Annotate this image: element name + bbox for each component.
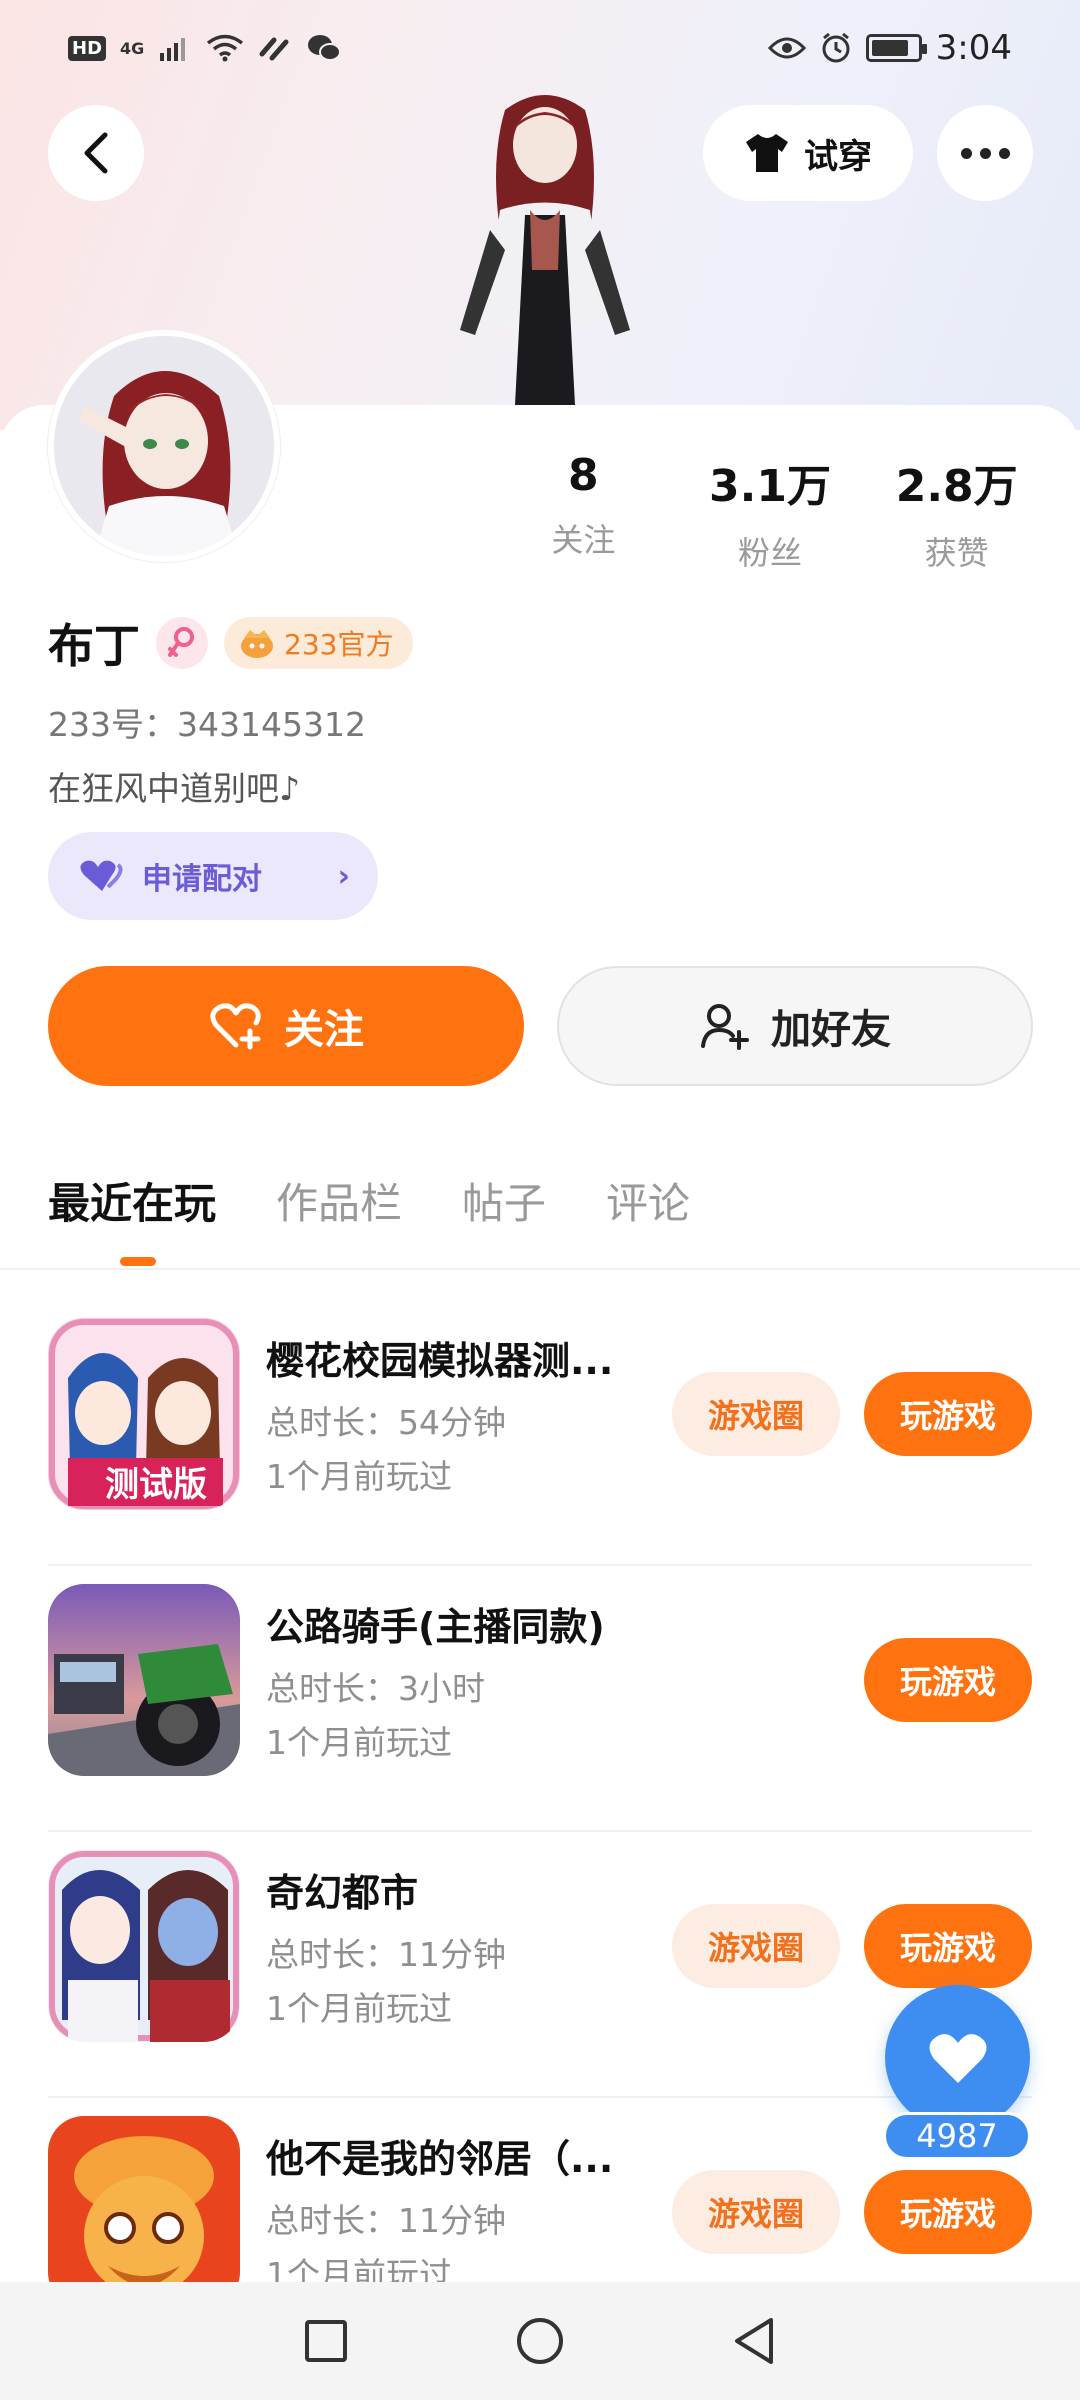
game-title: 公路骑手(主播同款) bbox=[266, 1605, 605, 1649]
game-icon[interactable] bbox=[48, 2116, 240, 2308]
back-button[interactable] bbox=[48, 105, 144, 201]
game-duration: 总时长：11分钟 bbox=[266, 1935, 506, 1974]
stat-value: 3.1万 bbox=[709, 461, 831, 512]
game-last-played: 1个月前玩过 bbox=[266, 1457, 452, 1496]
wifi-icon bbox=[207, 34, 244, 62]
play-game-button[interactable]: 玩游戏 bbox=[864, 2170, 1032, 2254]
name-row: 布丁 233官方 bbox=[48, 610, 414, 676]
official-badge-label: 233官方 bbox=[284, 628, 394, 661]
system-navigation-bar bbox=[0, 2282, 1080, 2400]
add-friend-button[interactable]: 加好友 bbox=[557, 966, 1033, 1086]
battery-icon bbox=[865, 34, 927, 62]
game-duration: 总时长：54分钟 bbox=[266, 1403, 506, 1442]
play-game-button[interactable]: 玩游戏 bbox=[864, 1372, 1032, 1456]
game-last-played: 1个月前玩过 bbox=[266, 1723, 452, 1762]
dot-icon bbox=[998, 147, 1010, 159]
game-title: 奇幻都市 bbox=[266, 1871, 419, 1915]
play-game-button[interactable]: 玩游戏 bbox=[864, 1638, 1032, 1722]
active-tab-indicator bbox=[120, 1257, 156, 1266]
heart-icon bbox=[928, 2033, 987, 2083]
follow-label: 关注 bbox=[284, 1007, 364, 1053]
profile-stats: 8 关注 3.1万 粉丝 2.8万 获赞 bbox=[490, 450, 1050, 574]
divider bbox=[0, 1268, 1080, 1270]
back-icon[interactable] bbox=[731, 2316, 777, 2366]
eye-icon bbox=[767, 37, 806, 59]
tab-recently-played[interactable]: 最近在玩 bbox=[48, 1170, 216, 1231]
official-crown-icon bbox=[241, 630, 273, 658]
wechat-icon bbox=[308, 35, 342, 61]
stat-following[interactable]: 8 关注 bbox=[490, 450, 677, 574]
game-icon[interactable] bbox=[48, 1584, 240, 1776]
more-options-button[interactable] bbox=[937, 105, 1033, 201]
dot-icon bbox=[979, 147, 991, 159]
network-badge: 4G bbox=[120, 38, 145, 58]
try-on-button[interactable]: 试穿 bbox=[703, 105, 913, 201]
recent-games-list: 测试版 樱花校园模拟器测... 总时长：54分钟 1个月前玩过 游戏圈 玩游戏 … bbox=[48, 1300, 1032, 2364]
clock: 3:04 bbox=[935, 28, 1012, 68]
add-friend-label: 加好友 bbox=[771, 1007, 891, 1053]
game-circle-button[interactable]: 游戏圈 bbox=[672, 1372, 840, 1456]
tab-posts[interactable]: 帖子 bbox=[462, 1170, 546, 1231]
game-icon[interactable]: 测试版 bbox=[48, 1318, 240, 1510]
game-title: 他不是我的邻居（... bbox=[266, 2137, 614, 2181]
game-duration: 总时长：11分钟 bbox=[266, 2201, 506, 2240]
chevron-right-icon: › bbox=[337, 858, 350, 894]
username: 布丁 bbox=[48, 619, 140, 673]
request-pair-button[interactable]: 申请配对 › bbox=[48, 832, 378, 920]
game-circle-button[interactable]: 游戏圈 bbox=[672, 2170, 840, 2254]
tab-works[interactable]: 作品栏 bbox=[276, 1170, 402, 1231]
game-title: 樱花校园模拟器测... bbox=[266, 1339, 614, 1383]
like-button[interactable] bbox=[885, 1985, 1030, 2130]
female-icon bbox=[156, 617, 208, 669]
like-count: 4987 bbox=[883, 2112, 1031, 2160]
user-id: 233号：343145312 bbox=[48, 705, 366, 744]
official-badge: 233官方 bbox=[224, 617, 414, 669]
stat-value: 2.8万 bbox=[895, 461, 1018, 512]
dot-icon bbox=[960, 147, 972, 159]
game-icon-badge: 测试版 bbox=[105, 1465, 207, 1505]
signal-icon bbox=[160, 38, 186, 61]
tshirt-icon bbox=[746, 134, 788, 172]
play-game-button[interactable]: 玩游戏 bbox=[864, 1904, 1032, 1988]
profile-tabs: 最近在玩 作品栏 帖子 评论 bbox=[48, 1170, 690, 1231]
hearts-icon bbox=[80, 860, 123, 891]
heart-plus-icon bbox=[210, 1003, 261, 1050]
recent-apps-icon[interactable] bbox=[303, 2318, 349, 2364]
stat-likes[interactable]: 2.8万 获赞 bbox=[863, 450, 1050, 574]
tab-comments[interactable]: 评论 bbox=[606, 1170, 690, 1231]
game-duration: 总时长：3小时 bbox=[266, 1669, 485, 1708]
stat-value: 8 bbox=[568, 450, 599, 501]
chevron-left-icon bbox=[84, 132, 108, 174]
avatar-3d-character[interactable] bbox=[420, 80, 670, 405]
avatar[interactable] bbox=[48, 330, 280, 562]
game-icon[interactable] bbox=[48, 1850, 240, 2042]
add-user-icon bbox=[701, 1004, 749, 1050]
follow-button[interactable]: 关注 bbox=[48, 966, 524, 1086]
game-last-played: 1个月前玩过 bbox=[266, 1989, 452, 2028]
pair-label: 申请配对 bbox=[142, 862, 262, 897]
list-item[interactable]: 公路骑手(主播同款) 总时长：3小时 1个月前玩过 玩游戏 bbox=[48, 1566, 1032, 1832]
stat-label: 粉丝 bbox=[738, 534, 803, 572]
alarm-icon bbox=[822, 32, 850, 63]
list-item[interactable]: 测试版 樱花校园模拟器测... 总时长：54分钟 1个月前玩过 游戏圈 玩游戏 bbox=[48, 1300, 1032, 1566]
stat-label: 关注 bbox=[551, 521, 616, 559]
home-icon[interactable] bbox=[515, 2316, 565, 2366]
try-on-label: 试穿 bbox=[804, 136, 872, 177]
game-circle-button[interactable]: 游戏圈 bbox=[672, 1904, 840, 1988]
link-icon bbox=[259, 37, 289, 61]
stat-fans[interactable]: 3.1万 粉丝 bbox=[677, 450, 864, 574]
stat-label: 获赞 bbox=[924, 534, 989, 572]
hd-badge: HD bbox=[68, 35, 107, 61]
bio: 在狂风中道别吧♪ bbox=[48, 769, 301, 808]
